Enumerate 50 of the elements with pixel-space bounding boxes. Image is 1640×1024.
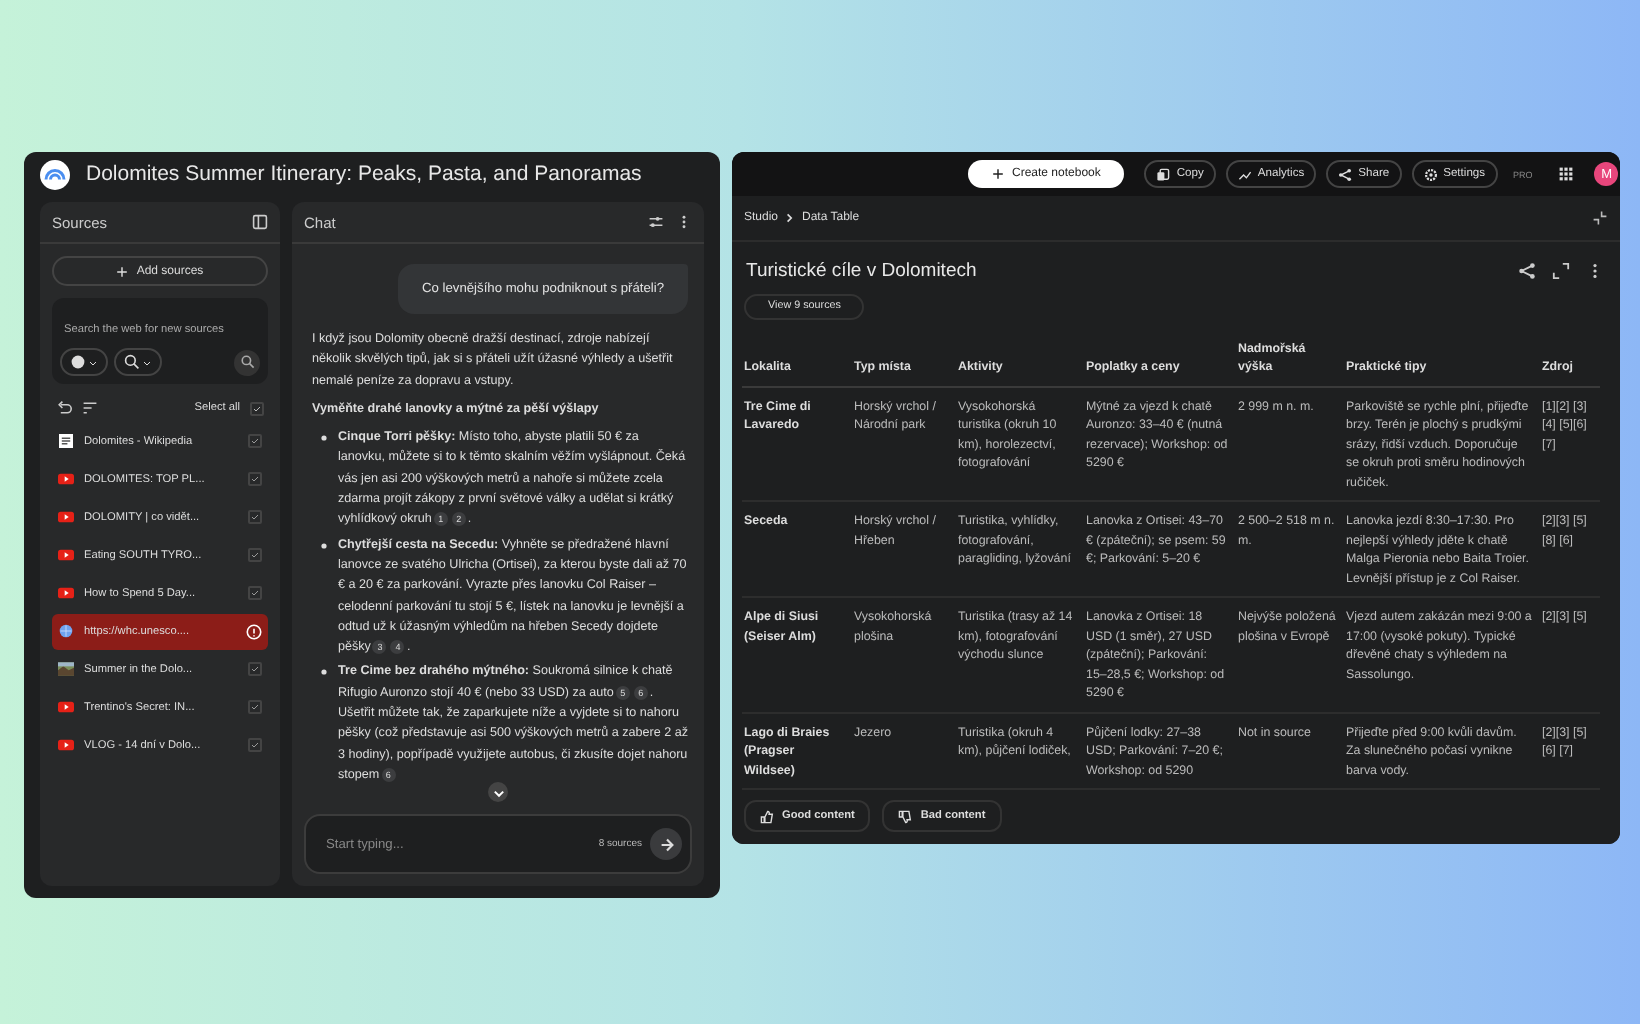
video-icon [58, 472, 74, 487]
search-button[interactable] [234, 349, 260, 375]
chevron-icon [784, 212, 797, 224]
select-all-checkbox[interactable] [250, 401, 264, 415]
table-title: Turistické cíle v Dolomitech [746, 260, 977, 282]
panel-toggle-icon[interactable] [252, 214, 268, 230]
apps-icon[interactable] [1558, 166, 1575, 182]
source-checkbox[interactable] [248, 662, 262, 677]
sort-icon[interactable] [82, 400, 98, 416]
bullet-icon [320, 434, 328, 443]
tune-icon[interactable] [648, 214, 664, 230]
thumbs-down-icon [898, 809, 913, 823]
bullet-icon [320, 668, 328, 677]
search-icon [124, 354, 140, 370]
search-mode-dropdown[interactable] [114, 348, 162, 376]
undo-icon[interactable] [56, 400, 72, 416]
video-icon [58, 510, 74, 525]
share-icon [1338, 167, 1353, 181]
source-checkbox[interactable] [248, 472, 262, 487]
video-icon [58, 586, 74, 601]
source-checkbox[interactable] [248, 586, 262, 601]
settings-icon [1423, 167, 1438, 181]
copy-icon [1156, 167, 1171, 181]
send-button[interactable] [650, 828, 682, 861]
notebook-title: Dolomites Summer Itinerary: Peaks, Pasta, and Panoramas [86, 162, 642, 186]
chevron-down-icon [491, 785, 505, 800]
source-checkbox[interactable] [248, 434, 262, 449]
thumbs-up-icon [760, 809, 774, 823]
source-checkbox[interactable] [248, 700, 262, 715]
landscape-icon [58, 662, 74, 677]
trend-icon [1237, 167, 1252, 181]
expand-icon[interactable] [1552, 262, 1570, 280]
web-dropdown[interactable] [60, 348, 108, 376]
logo-icon [40, 159, 70, 189]
video-icon [58, 738, 74, 753]
source-checkbox[interactable] [248, 510, 262, 525]
video-icon [58, 548, 74, 563]
info-icon [246, 623, 262, 640]
source-checkbox[interactable] [248, 548, 262, 563]
source-checkbox[interactable] [248, 738, 262, 753]
document-icon [58, 434, 74, 449]
scroll-down-button[interactable] [488, 782, 508, 803]
arrow-icon [657, 835, 675, 854]
plus-icon [992, 168, 1004, 180]
share-icon[interactable] [1518, 262, 1536, 280]
collapse-icon[interactable] [1592, 210, 1608, 226]
plus-icon [116, 265, 129, 277]
bullet-icon [320, 541, 328, 550]
search-icon [239, 354, 255, 370]
video-icon [58, 700, 74, 715]
